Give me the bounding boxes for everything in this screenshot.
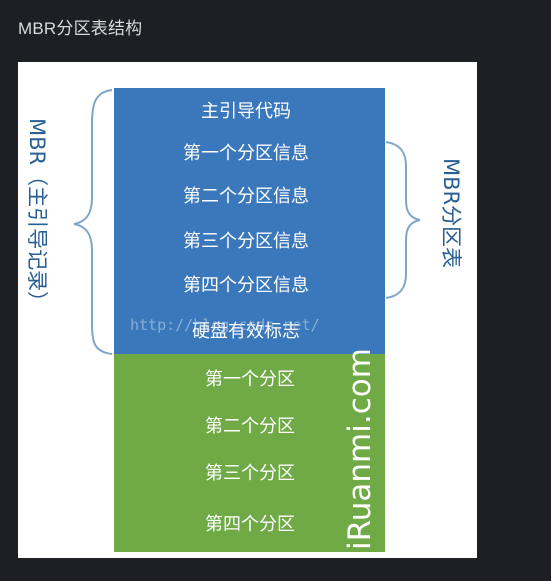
partition-block-1: 第一个分区 — [205, 369, 295, 390]
mbr-block-partition-info-1: 第一个分区信息 — [183, 143, 309, 164]
right-brace-label: MBR分区表 — [439, 158, 463, 268]
partition-block-2: 第二个分区 — [205, 416, 295, 437]
watermark-vertical: iRuanmi.com — [342, 348, 378, 550]
left-brace-icon — [73, 89, 113, 355]
left-brace-label: MBR（主引导记录） — [25, 118, 49, 312]
mbr-block-partition-info-4: 第四个分区信息 — [183, 275, 309, 296]
mbr-block-partition-info-2: 第二个分区信息 — [183, 186, 309, 207]
partition-block-4: 第四个分区 — [205, 514, 295, 535]
mbr-region — [114, 88, 385, 354]
watermark-url: http://blog.csdn.net/ — [130, 316, 320, 334]
mbr-block-partition-info-3: 第三个分区信息 — [183, 231, 309, 252]
page-title: MBR分区表结构 — [18, 19, 143, 38]
partition-block-3: 第三个分区 — [205, 463, 295, 484]
right-brace-icon — [385, 141, 421, 299]
page: MBR分区表结构 主引导代码 第一个分区信息 第二个分区信息 第三个分区信息 第… — [0, 0, 551, 581]
mbr-block-boot-code: 主引导代码 — [201, 101, 291, 122]
mbr-diagram: 主引导代码 第一个分区信息 第二个分区信息 第三个分区信息 第四个分区信息 硬盘… — [25, 88, 463, 552]
mbr-diagram-figure: 主引导代码 第一个分区信息 第二个分区信息 第三个分区信息 第四个分区信息 硬盘… — [18, 62, 477, 558]
